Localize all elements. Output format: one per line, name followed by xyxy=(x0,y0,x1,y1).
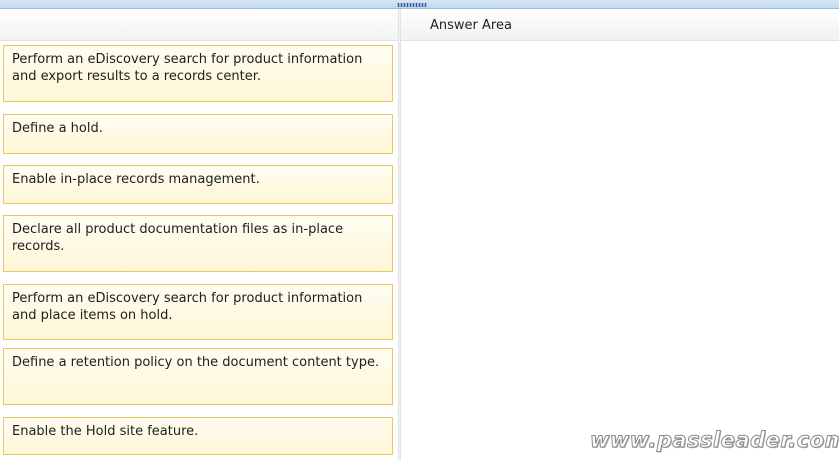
watermark-text: www.passleader.com xyxy=(589,428,839,453)
choices-header xyxy=(0,9,398,41)
choice-item-7[interactable]: Enable the Hold site feature. xyxy=(3,417,393,455)
answer-choices-pane: Perform an eDiscovery search for product… xyxy=(0,9,398,460)
splitter-bar[interactable] xyxy=(0,0,839,9)
choice-item-4[interactable]: Declare all product documentation files … xyxy=(3,215,393,272)
choice-item-1[interactable]: Perform an eDiscovery search for product… xyxy=(3,45,393,102)
grip-handle-icon[interactable] xyxy=(397,3,427,7)
choice-item-6[interactable]: Define a retention policy on the documen… xyxy=(3,348,393,405)
choice-item-5[interactable]: Perform an eDiscovery search for product… xyxy=(3,284,393,340)
drag-drop-question: Perform an eDiscovery search for product… xyxy=(0,0,839,460)
answer-area-title: Answer Area xyxy=(430,18,512,33)
answer-area-header: Answer Area xyxy=(401,9,839,41)
answer-area-pane[interactable]: Answer Area xyxy=(401,9,839,460)
choice-item-2[interactable]: Define a hold. xyxy=(3,114,393,154)
choice-item-3[interactable]: Enable in-place records management. xyxy=(3,165,393,204)
